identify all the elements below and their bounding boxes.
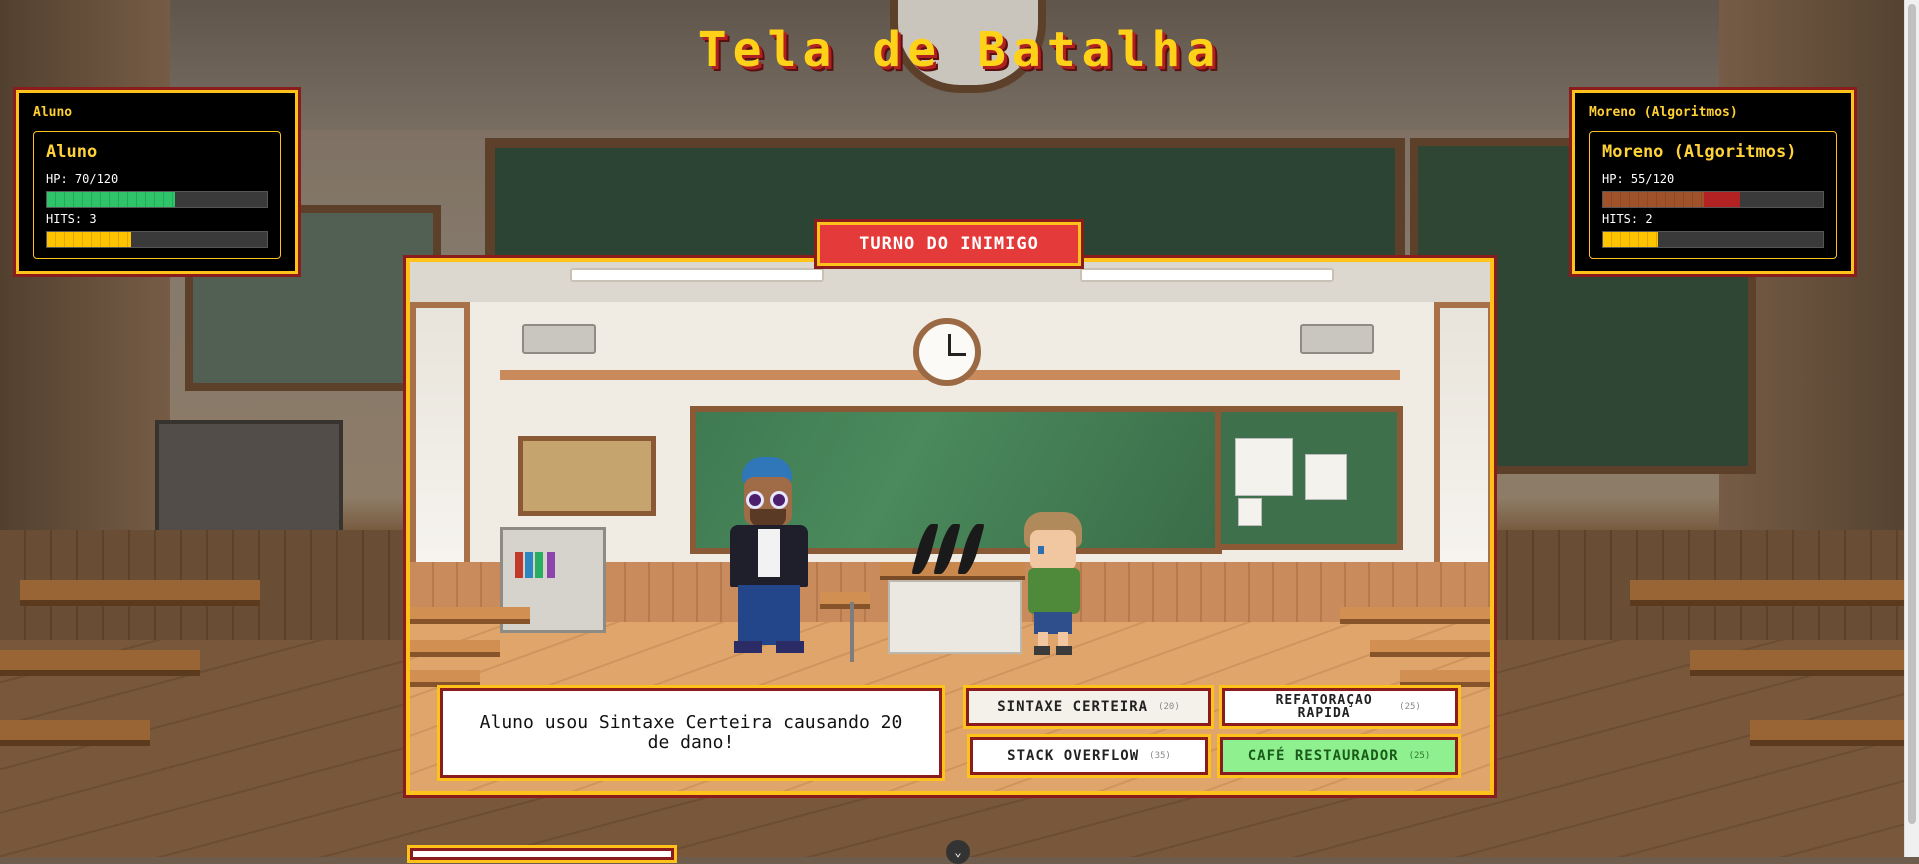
- action-cost: (25): [1399, 702, 1421, 712]
- enemy-hp-recent-loss: [1703, 192, 1741, 207]
- arena-clock: [913, 318, 981, 386]
- bottom-panel-fragment: [410, 848, 674, 860]
- enemy-hp-fill: [1603, 192, 1704, 207]
- enemy-hp-bar: [1602, 191, 1824, 208]
- action-refatoracao-rapida-button[interactable]: REFATORAÇAO RAPIDA (25): [1222, 688, 1458, 726]
- player-hp-bar: [46, 191, 268, 208]
- player-status-panel: Aluno Aluno HP: 70/120 HITS: 3: [16, 90, 298, 274]
- battle-message-text: Aluno usou Sintaxe Certeira causando 20 …: [479, 712, 903, 753]
- enemy-name: Moreno (Algoritmos): [1602, 142, 1797, 162]
- enemy-status-panel: Moreno (Algoritmos) Moreno (Algoritmos) …: [1572, 90, 1854, 274]
- player-panel-title: Aluno: [33, 105, 73, 120]
- player-hp-label: HP: 70/120: [46, 172, 119, 186]
- action-sintaxe-certeira-button[interactable]: SINTAXE CERTEIRA (20): [966, 688, 1211, 726]
- action-label: REFATORAÇAO RAPIDA: [1275, 693, 1373, 721]
- action-cost: (20): [1158, 702, 1180, 712]
- attack-slash-effect: [910, 524, 1020, 584]
- action-cafe-restaurador-button[interactable]: CAFÉ RESTAURADOR (25): [1220, 737, 1458, 775]
- player-hits-fill: [47, 232, 131, 247]
- player-hits-label: HITS: 3: [46, 212, 97, 226]
- player-hits-bar: [46, 231, 268, 248]
- action-label: STACK OVERFLOW: [1007, 747, 1140, 764]
- player-name: Aluno: [46, 142, 98, 162]
- enemy-stats-box: Moreno (Algoritmos) HP: 55/120 HITS: 2: [1589, 131, 1837, 259]
- chevron-down-icon[interactable]: ⌄: [946, 840, 970, 864]
- battle-message-box: Aluno usou Sintaxe Certeira causando 20 …: [440, 688, 942, 778]
- player-stats-box: Aluno HP: 70/120 HITS: 3: [33, 131, 281, 259]
- action-stack-overflow-button[interactable]: STACK OVERFLOW (35): [970, 737, 1208, 775]
- arena-bulletin-board: [518, 436, 656, 516]
- enemy-panel-title: Moreno (Algoritmos): [1589, 105, 1738, 120]
- action-cost: (35): [1149, 751, 1171, 761]
- enemy-hits-fill: [1603, 232, 1658, 247]
- page-title: Tela de Batalha: [697, 22, 1222, 78]
- enemy-hits-bar: [1602, 231, 1824, 248]
- player-character: [720, 457, 820, 657]
- turn-indicator-banner: TURNO DO INIMIGO: [817, 222, 1081, 266]
- page-scrollbar[interactable]: [1904, 0, 1919, 857]
- enemy-hits-label: HITS: 2: [1602, 212, 1653, 226]
- scrollbar-thumb[interactable]: [1908, 4, 1916, 824]
- action-label: SINTAXE CERTEIRA: [997, 698, 1149, 715]
- enemy-hp-label: HP: 55/120: [1602, 172, 1675, 186]
- player-hp-fill: [47, 192, 176, 207]
- action-cost: (25): [1408, 751, 1431, 761]
- action-label: CAFÉ RESTAURADOR: [1247, 747, 1399, 764]
- enemy-character: [1020, 512, 1086, 657]
